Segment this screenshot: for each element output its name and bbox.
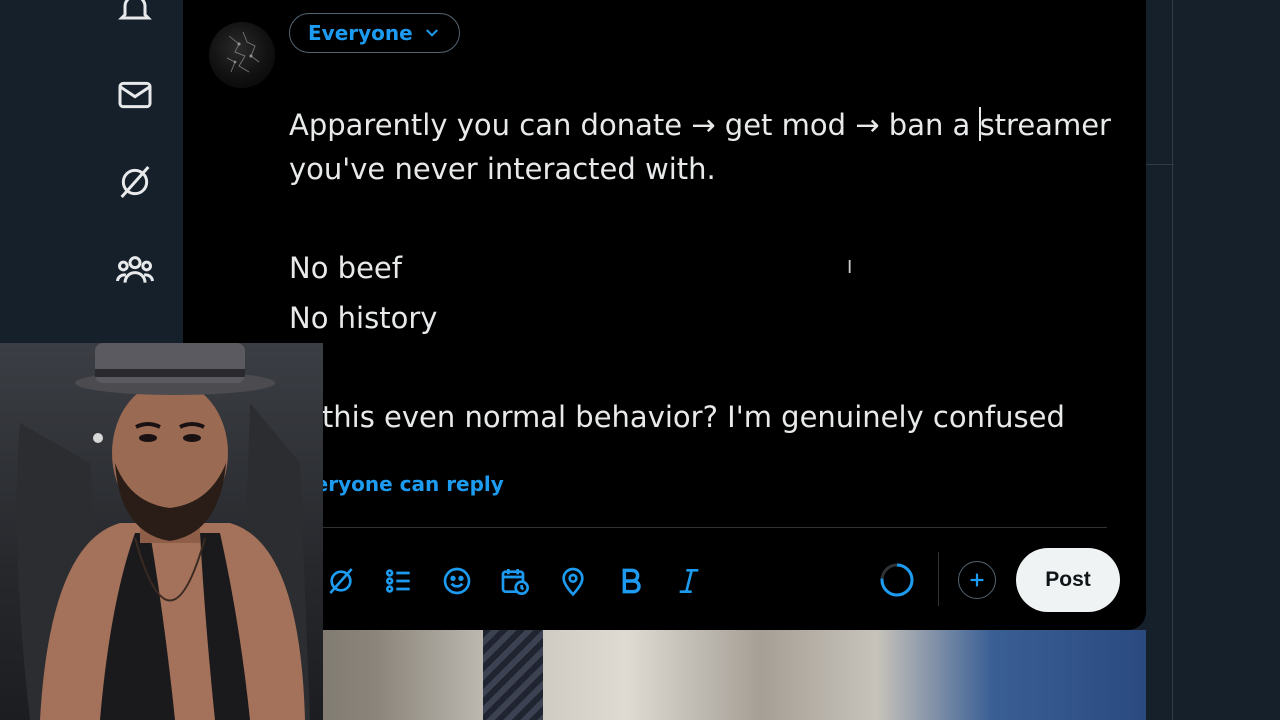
audience-label: Everyone (308, 20, 413, 45)
list-icon[interactable] (381, 560, 417, 602)
background-video-strip (183, 630, 1146, 720)
schedule-icon[interactable] (497, 560, 533, 602)
right-panel-background (1146, 0, 1280, 720)
plus-icon (970, 573, 984, 587)
add-post-button[interactable] (958, 561, 996, 599)
composer-divider (289, 527, 1107, 528)
location-icon[interactable] (555, 560, 591, 602)
chevron-down-icon (425, 29, 438, 37)
webcam-overlay (0, 343, 323, 720)
notifications-icon[interactable] (113, 0, 157, 30)
text-segment: streamer (979, 108, 1111, 142)
right-hline (1146, 164, 1174, 165)
composer-toolbar (323, 560, 707, 602)
grok-icon[interactable] (113, 160, 157, 204)
emoji-icon[interactable] (439, 560, 475, 602)
character-progress-ring (880, 563, 914, 597)
post-text-line-4: No history (289, 301, 438, 335)
post-button[interactable]: Post (1016, 548, 1120, 612)
post-text-line-5: Is this even normal behavior? I'm genuin… (289, 400, 1065, 434)
bold-icon[interactable] (613, 560, 649, 602)
toolbar-separator (938, 552, 939, 606)
post-text-line-1: Apparently you can donate → get mod → ba… (289, 103, 1119, 147)
post-text-line-2: you've never interacted with. (289, 152, 716, 186)
post-composer: Everyone Apparently you can donate → get… (183, 0, 1146, 630)
video-detail (483, 630, 543, 720)
mouse-ibeam-cursor: I (847, 257, 853, 278)
audience-dropdown[interactable]: Everyone (289, 13, 460, 53)
avatar[interactable] (209, 22, 275, 88)
communities-icon[interactable] (113, 249, 157, 293)
messages-icon[interactable] (113, 73, 157, 117)
text-segment: Apparently you can donate → get mod → ba… (289, 108, 980, 142)
italic-icon[interactable] (671, 560, 707, 602)
post-text-line-3: No beef (289, 251, 402, 285)
gif-icon[interactable] (323, 560, 359, 602)
post-text-area[interactable]: Apparently you can donate → get mod → ba… (289, 103, 1119, 439)
right-divider (1172, 0, 1173, 720)
